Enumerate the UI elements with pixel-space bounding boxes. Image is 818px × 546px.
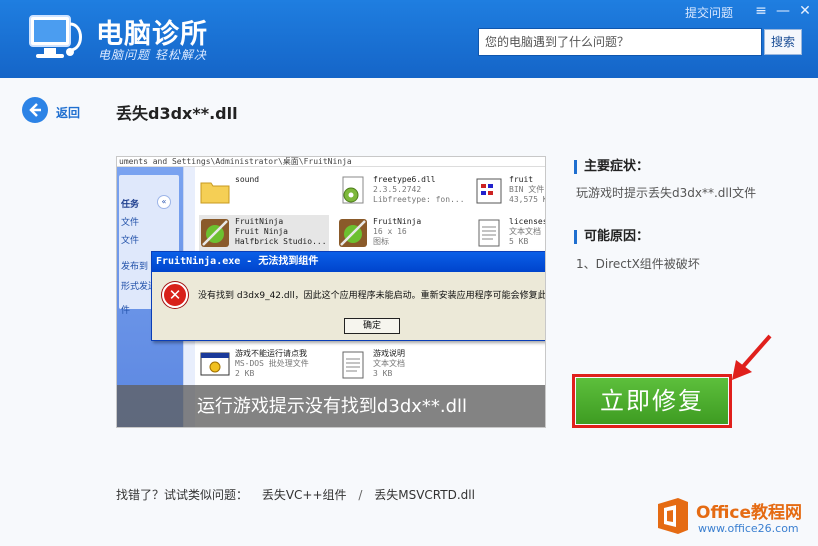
minimize-icon[interactable]: —	[774, 2, 792, 20]
sidebar-item: 文件	[121, 218, 140, 228]
cause-label: 可能原因：	[574, 230, 649, 244]
symptom-label: 主要症状：	[574, 160, 649, 174]
file-meta: Libfreetype: fon...	[373, 195, 465, 204]
file-name: FruitNinja	[373, 217, 422, 226]
explorer-path: uments and Settings\Administrator\桌面\Fru…	[117, 157, 545, 167]
file-meta: Fruit Ninja	[235, 227, 288, 236]
folder-icon	[200, 182, 230, 204]
watermark: Office教程网 www.office26.com	[654, 492, 818, 546]
cause-text: 1、DirectX组件被破坏	[576, 257, 700, 271]
file-item: FruitNinja Fruit Ninja Halfbrick Studio.…	[199, 215, 329, 255]
close-icon[interactable]: ✕	[796, 2, 814, 20]
monitor-stethoscope-icon	[29, 15, 82, 58]
dialog-message: 没有找到 d3dx9_42.dll，因此这个应用程序未能启动。重新安装应用程序可…	[198, 291, 546, 301]
file-item: 游戏不能运行请点我 MS-DOS 批处理文件 2 KB	[199, 347, 329, 387]
file-item: licenses 文本文档 5 KB	[473, 215, 546, 255]
file-meta: 图标	[373, 237, 389, 246]
watermark-title: Office教程网	[696, 503, 803, 523]
file-name: 游戏说明	[373, 349, 405, 358]
dll-gear-icon	[342, 176, 364, 204]
batch-file-icon	[200, 352, 230, 376]
error-screenshot: uments and Settings\Administrator\桌面\Fru…	[116, 156, 546, 428]
bin-file-icon	[476, 178, 502, 204]
watermark-url: www.office26.com	[698, 522, 799, 535]
file-meta: 43,575 K	[509, 195, 546, 204]
file-meta: 3 KB	[373, 369, 393, 378]
office-logo-icon	[658, 498, 688, 534]
sidebar-item: 件	[121, 306, 131, 316]
file-meta: 5 KB	[509, 237, 529, 246]
file-item: sound	[199, 173, 329, 213]
app-header: 电脑诊所 电脑问题 轻松解决 提交问题 ≡ — ✕ 您的电脑遇到了什么问题？ 搜…	[0, 0, 818, 78]
back-button[interactable]	[22, 97, 48, 123]
sidebar-item: 文件	[121, 236, 140, 246]
search-input[interactable]: 您的电脑遇到了什么问题？	[478, 28, 762, 56]
text-file-icon	[478, 219, 500, 247]
file-meta: 文本文档	[509, 227, 541, 236]
sidebar-item: 发布到	[121, 262, 149, 272]
file-meta: 2 KB	[235, 369, 255, 378]
file-item: FruitNinja 16 x 16 图标	[337, 215, 467, 255]
file-meta: MS-DOS 批处理文件	[235, 359, 309, 368]
file-name: sound	[235, 175, 260, 184]
file-meta: 文本文档	[373, 359, 405, 368]
fruit-ninja-icon	[201, 219, 229, 247]
file-name: fruit	[509, 175, 534, 184]
symptom-text: 玩游戏时提示丢失d3dx**.dll文件	[576, 186, 757, 200]
file-meta: 2.3.5.2742	[373, 185, 422, 194]
task-heading: 任务	[121, 200, 140, 210]
similar-prefix: 找错了？试试类似问题：	[116, 488, 249, 502]
text-file-icon	[342, 351, 364, 379]
file-name: 游戏不能运行请点我	[235, 349, 307, 358]
menu-icon[interactable]: ≡	[752, 2, 770, 20]
screenshot-caption: 运行游戏提示没有找到d3dx**.dll	[117, 385, 545, 427]
similar-separator: /	[358, 488, 363, 502]
app-subtitle: 电脑问题 轻松解决	[98, 48, 207, 62]
file-meta: 16 x 16	[373, 227, 407, 236]
collapse-icon: «	[157, 195, 171, 209]
file-name: licenses	[509, 217, 546, 226]
file-meta: BIN 文件	[509, 185, 545, 194]
fix-now-button[interactable]: 立即修复	[576, 378, 728, 424]
similar-link-msvcrtd[interactable]: 丢失MSVCRTD.dll	[374, 488, 475, 502]
file-item: fruit BIN 文件 43,575 K	[473, 173, 546, 213]
file-item: 游戏说明 文本文档 3 KB	[337, 347, 467, 387]
red-arrow-icon	[732, 334, 772, 380]
submit-question-link[interactable]: 提交问题	[685, 4, 733, 21]
similar-problems: 找错了？试试类似问题： 丢失VC++组件 / 丢失MSVCRTD.dll	[116, 486, 475, 503]
page-title: 丢失d3dx**.dll	[116, 104, 238, 123]
back-link[interactable]: 返回	[56, 104, 80, 121]
file-name: freetype6.dll	[373, 175, 436, 184]
file-meta: Halfbrick Studio...	[235, 237, 327, 246]
arrow-left-icon	[29, 103, 41, 117]
dialog-title: FruitNinja.exe - 无法找到组件	[152, 252, 545, 272]
file-item: freetype6.dll 2.3.5.2742 Libfreetype: fo…	[337, 173, 467, 213]
search-button[interactable]: 搜索	[764, 29, 802, 55]
error-icon: ✕	[162, 282, 188, 308]
dialog-ok-button: 确定	[344, 318, 400, 334]
error-dialog: FruitNinja.exe - 无法找到组件 ✕ 没有找到 d3dx9_42.…	[151, 251, 546, 341]
file-name: FruitNinja	[235, 217, 284, 226]
fruit-ninja-icon	[339, 219, 367, 247]
similar-link-vc[interactable]: 丢失VC++组件	[262, 488, 347, 502]
